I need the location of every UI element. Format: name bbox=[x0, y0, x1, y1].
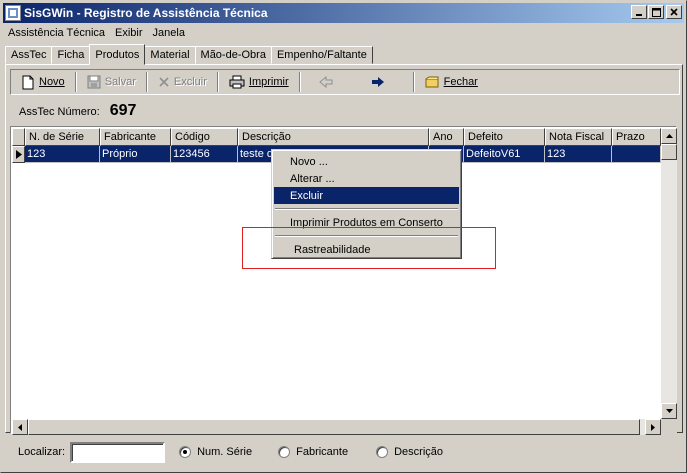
arrow-left-icon bbox=[318, 76, 333, 88]
close-door-icon bbox=[425, 76, 439, 87]
search-input[interactable] bbox=[70, 441, 166, 463]
localizar-label: Localizar: bbox=[18, 446, 66, 458]
cell-n-de-serie[interactable]: 123 bbox=[25, 146, 100, 163]
context-separator bbox=[275, 208, 458, 210]
new-document-icon bbox=[22, 75, 34, 89]
radio-descricao-label: Descrição bbox=[394, 446, 443, 458]
toolbar-separator bbox=[216, 72, 219, 92]
header-indicator bbox=[12, 128, 25, 146]
cell-prazo[interactable] bbox=[612, 146, 661, 163]
horizontal-scrollbar[interactable] bbox=[12, 419, 661, 435]
fechar-label: Fechar bbox=[443, 76, 478, 88]
fechar-button[interactable]: Fechar bbox=[419, 71, 484, 93]
header-descricao[interactable]: Descrição bbox=[238, 128, 429, 146]
row-indicator bbox=[12, 146, 25, 163]
imprimir-label: Imprimir bbox=[248, 76, 289, 88]
vertical-scroll-thumb[interactable] bbox=[661, 144, 677, 160]
cell-nota-fiscal[interactable]: 123 bbox=[545, 146, 612, 163]
search-bar: Localizar: Num. Série Fabricante Descriç… bbox=[5, 434, 683, 470]
arrow-right-icon bbox=[371, 77, 384, 87]
header-fabricante[interactable]: Fabricante bbox=[100, 128, 171, 146]
header-defeito[interactable]: Defeito bbox=[464, 128, 545, 146]
grid-header: N. de Série Fabricante Código Descrição … bbox=[12, 128, 661, 146]
context-item-novo[interactable]: Novo ... bbox=[274, 153, 459, 170]
tab-empenho-faltante[interactable]: Empenho/Faltante bbox=[270, 46, 373, 64]
tab-ficha[interactable]: Ficha bbox=[51, 46, 91, 64]
horizontal-scroll-thumb[interactable] bbox=[28, 419, 640, 435]
toolbar-separator bbox=[298, 72, 301, 92]
excluir-button[interactable]: Excluir bbox=[152, 71, 213, 93]
context-item-excluir[interactable]: Excluir bbox=[274, 187, 459, 204]
toolbar-separator bbox=[412, 72, 415, 92]
menu-janela[interactable]: Janela bbox=[148, 27, 190, 39]
scroll-left-button[interactable] bbox=[12, 419, 28, 435]
toolbar-separator bbox=[74, 72, 77, 92]
tab-material[interactable]: Material bbox=[144, 46, 196, 64]
scroll-right-button[interactable] bbox=[645, 419, 661, 435]
highlight-annotation-box bbox=[242, 227, 496, 269]
menu-bar: Assistência Técnica Exibir Janela bbox=[3, 24, 190, 42]
asstec-number-field: AssTec Número: 697 bbox=[19, 102, 136, 120]
novo-label: Novo bbox=[39, 76, 65, 88]
title-bar[interactable]: SisGWin - Registro de Assistência Técnic… bbox=[3, 3, 684, 23]
radio-fabricante[interactable]: Fabricante bbox=[278, 446, 348, 458]
cell-defeito[interactable]: DefeitoV61 bbox=[464, 146, 545, 163]
asstec-number-label: AssTec Número: bbox=[19, 106, 100, 118]
cell-codigo[interactable]: 123456 bbox=[171, 146, 238, 163]
arrow-right-small-icon bbox=[651, 423, 655, 431]
next-button[interactable] bbox=[351, 71, 409, 93]
salvar-label: Salvar bbox=[104, 76, 136, 88]
header-prazo[interactable]: Prazo bbox=[612, 128, 661, 146]
minimize-button[interactable] bbox=[631, 5, 647, 19]
menu-assistencia-tecnica[interactable]: Assistência Técnica bbox=[3, 27, 110, 39]
radio-descricao[interactable]: Descrição bbox=[376, 446, 443, 458]
header-nota-fiscal[interactable]: Nota Fiscal bbox=[545, 128, 612, 146]
tab-produtos[interactable]: Produtos bbox=[89, 44, 146, 65]
main-window: SisGWin - Registro de Assistência Técnic… bbox=[0, 0, 687, 473]
tab-asstec[interactable]: AssTec bbox=[5, 46, 53, 64]
tab-strip: AssTec Ficha Produtos Material Mão-de-Ob… bbox=[5, 44, 373, 65]
radio-num-serie-label: Num. Série bbox=[197, 446, 253, 458]
header-codigo[interactable]: Código bbox=[171, 128, 238, 146]
scroll-corner bbox=[661, 419, 677, 435]
tab-mao-de-obra[interactable]: Mão-de-Obra bbox=[194, 46, 272, 64]
imprimir-button[interactable]: Imprimir bbox=[223, 71, 295, 93]
radio-fabricante-label: Fabricante bbox=[296, 446, 349, 458]
context-item-alterar[interactable]: Alterar ... bbox=[274, 170, 459, 187]
toolbar-separator bbox=[145, 72, 148, 92]
window-title: SisGWin - Registro de Assistência Técnic… bbox=[24, 6, 268, 20]
excluir-label: Excluir bbox=[173, 76, 207, 88]
radio-button[interactable] bbox=[376, 446, 389, 458]
radio-num-serie[interactable]: Num. Série bbox=[179, 446, 252, 458]
toolbar: Novo Salvar Excluir Imprimir Fechar bbox=[10, 69, 680, 95]
save-icon bbox=[87, 75, 101, 89]
delete-x-icon bbox=[159, 77, 169, 87]
vertical-scrollbar[interactable] bbox=[661, 128, 677, 419]
app-icon bbox=[5, 5, 21, 21]
menu-exibir[interactable]: Exibir bbox=[110, 27, 148, 39]
header-n-de-serie[interactable]: N. de Série bbox=[25, 128, 100, 146]
close-button[interactable] bbox=[666, 5, 682, 19]
asstec-number-value: 697 bbox=[109, 102, 137, 119]
arrow-down-icon bbox=[665, 409, 673, 413]
cell-fabricante[interactable]: Próprio bbox=[100, 146, 171, 163]
header-ano[interactable]: Ano bbox=[429, 128, 464, 146]
row-pointer-icon bbox=[15, 150, 22, 159]
novo-button[interactable]: Novo bbox=[15, 71, 71, 93]
radio-button[interactable] bbox=[278, 446, 291, 458]
radio-button-checked[interactable] bbox=[179, 446, 192, 458]
arrow-left-small-icon bbox=[18, 423, 22, 431]
minimize-icon bbox=[636, 14, 642, 16]
scroll-down-button[interactable] bbox=[661, 403, 677, 419]
maximize-button[interactable] bbox=[648, 5, 664, 19]
printer-icon bbox=[229, 75, 245, 89]
arrow-up-icon bbox=[665, 134, 673, 138]
previous-button[interactable] bbox=[305, 71, 351, 93]
scroll-up-button[interactable] bbox=[661, 128, 677, 144]
close-icon bbox=[670, 8, 678, 16]
salvar-button[interactable]: Salvar bbox=[81, 71, 142, 93]
maximize-icon bbox=[651, 7, 661, 17]
